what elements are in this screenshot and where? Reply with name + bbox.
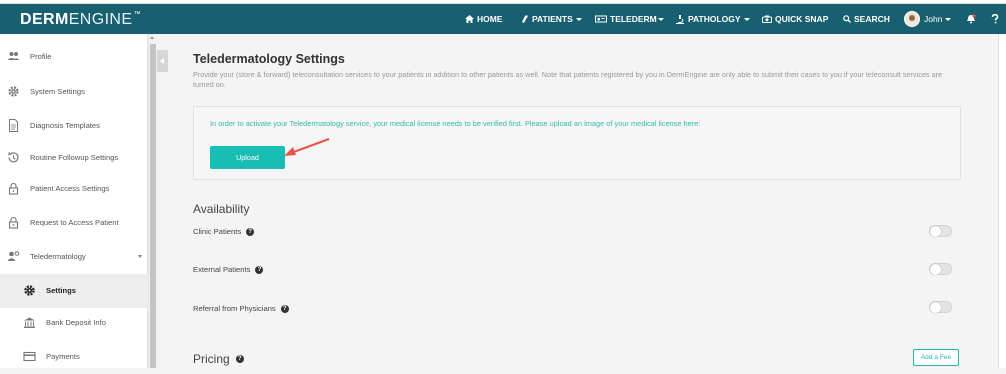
nav-telederm[interactable]: TELEDERM xyxy=(595,4,664,34)
sidebar-item-routine-followup[interactable]: Routine Followup Settings xyxy=(0,141,148,175)
chevron-down-icon xyxy=(657,17,664,21)
page-scrollbar[interactable] xyxy=(998,34,1006,368)
sidebar-item-label: Patient Access Settings xyxy=(30,184,110,193)
telederm-icon xyxy=(595,15,607,23)
availability-row-label: External Patients xyxy=(193,265,251,274)
external-patients-toggle[interactable] xyxy=(929,263,952,275)
gear-icon xyxy=(24,285,35,296)
sidebar-item-label: Teledermatology xyxy=(30,252,86,261)
brand-logo[interactable]: DERMENGINE™ xyxy=(20,11,141,29)
question-icon xyxy=(991,14,999,24)
nav-telederm-label: TELEDERM xyxy=(610,14,657,24)
gear-icon xyxy=(8,86,19,97)
sidebar-item-payments[interactable]: Payments xyxy=(0,340,148,374)
brand-trademark: ™ xyxy=(133,11,141,18)
question-icon[interactable]: ? xyxy=(235,355,244,363)
annotation-arrow-icon xyxy=(284,138,330,156)
license-notice-text: In order to activate your Teledermatolog… xyxy=(210,119,701,128)
clinic-patients-toggle[interactable] xyxy=(929,225,952,237)
document-icon xyxy=(9,119,18,132)
bank-icon xyxy=(24,317,35,328)
toggle-knob xyxy=(930,264,941,275)
referral-toggle[interactable] xyxy=(929,301,952,313)
bell-icon xyxy=(967,14,976,24)
settings-sidebar: Profile System Settings Diagnosis Templa… xyxy=(0,34,148,368)
credit-card-icon xyxy=(23,351,36,362)
sidebar-item-bank-deposit[interactable]: Bank Deposit Info xyxy=(0,306,148,340)
notifications-bell[interactable] xyxy=(966,4,979,34)
sidebar-item-label: Routine Followup Settings xyxy=(30,153,119,162)
availability-row-external: External Patients? xyxy=(193,265,264,274)
main-content: Teledermatology Settings Provide your (s… xyxy=(169,34,1006,368)
search-icon xyxy=(843,15,851,23)
sidebar-scrollbar-thumb[interactable] xyxy=(150,44,156,368)
chevron-down-icon xyxy=(575,17,582,21)
chevron-down-icon xyxy=(743,17,750,21)
brand-logo-part2: ENGINE xyxy=(68,11,133,28)
scroll-up-arrow-icon[interactable] xyxy=(150,36,154,39)
brand-logo-part1: DERM xyxy=(20,11,69,28)
question-icon[interactable]: ? xyxy=(280,304,289,313)
sidebar-item-label: Settings xyxy=(46,286,76,295)
chevron-down-icon xyxy=(138,255,142,258)
patients-icon xyxy=(522,15,528,23)
nav-home-label: HOME xyxy=(477,14,503,24)
sidebar-item-label: Bank Deposit Info xyxy=(46,318,106,327)
camera-icon xyxy=(762,15,772,23)
history-icon xyxy=(8,152,19,163)
nav-pathology[interactable]: PATHOLOGY xyxy=(675,4,750,34)
pricing-heading-label: Pricing xyxy=(193,352,230,366)
upload-button[interactable]: Upload xyxy=(210,146,285,169)
sidebar-item-diagnosis-templates[interactable]: Diagnosis Templates xyxy=(0,109,148,143)
chevron-down-icon xyxy=(945,17,952,21)
question-icon[interactable]: ? xyxy=(246,227,255,236)
availability-row-referral: Referral from Physicians? xyxy=(193,304,289,313)
add-fee-button[interactable]: Add a Fee xyxy=(913,349,959,366)
sidebar-item-profile[interactable]: Profile xyxy=(0,40,148,74)
microscope-icon xyxy=(676,14,684,24)
nav-search[interactable]: SEARCH xyxy=(843,4,890,34)
lock-icon xyxy=(8,182,19,195)
sidebar-item-teledermatology[interactable]: Teledermatology xyxy=(0,240,148,274)
nav-search-label: SEARCH xyxy=(854,14,890,24)
sidebar-item-request-access[interactable]: Request to Access Patient xyxy=(0,206,148,240)
sidebar-item-label: Diagnosis Templates xyxy=(30,121,100,130)
sidebar-item-label: System Settings xyxy=(30,87,85,96)
sidebar-item-label: Payments xyxy=(46,352,80,361)
nav-patients[interactable]: PATIENTS xyxy=(520,4,582,34)
toggle-knob xyxy=(930,226,941,237)
nav-quick-snap-label: QUICK SNAP xyxy=(775,14,829,24)
sidebar-item-label: Request to Access Patient xyxy=(30,218,119,227)
pricing-heading: Pricing? xyxy=(193,352,244,366)
avatar xyxy=(904,11,920,27)
collapse-sidebar-button[interactable] xyxy=(157,50,168,72)
availability-row-clinic: Clinic Patients? xyxy=(193,227,255,236)
availability-heading: Availability xyxy=(193,202,250,216)
user-gear-icon xyxy=(7,251,20,261)
nav-home[interactable]: HOME xyxy=(465,4,503,34)
sidebar-item-patient-access[interactable]: Patient Access Settings xyxy=(0,172,148,206)
question-icon[interactable]: ? xyxy=(255,265,264,274)
toggle-knob xyxy=(930,302,941,313)
nav-patients-label: PATIENTS xyxy=(532,14,573,24)
home-icon xyxy=(465,15,474,23)
sidebar-item-label: Profile xyxy=(30,52,52,61)
nav-quick-snap[interactable]: QUICK SNAP xyxy=(762,4,828,34)
page-title: Teledermatology Settings xyxy=(193,52,345,66)
sidebar-item-settings[interactable]: Settings xyxy=(0,274,148,308)
users-icon xyxy=(7,52,20,60)
nav-user-menu[interactable]: John xyxy=(904,4,952,34)
help-button[interactable] xyxy=(991,4,1002,34)
sidebar-item-system-settings[interactable]: System Settings xyxy=(0,75,148,109)
nav-pathology-label: PATHOLOGY xyxy=(688,14,741,24)
page-description: Provide your (store & forward) teleconsu… xyxy=(193,70,943,89)
lock-icon xyxy=(8,216,19,229)
availability-row-label: Clinic Patients xyxy=(193,227,242,236)
availability-row-label: Referral from Physicians xyxy=(193,304,276,313)
nav-user-name: John xyxy=(924,14,943,24)
